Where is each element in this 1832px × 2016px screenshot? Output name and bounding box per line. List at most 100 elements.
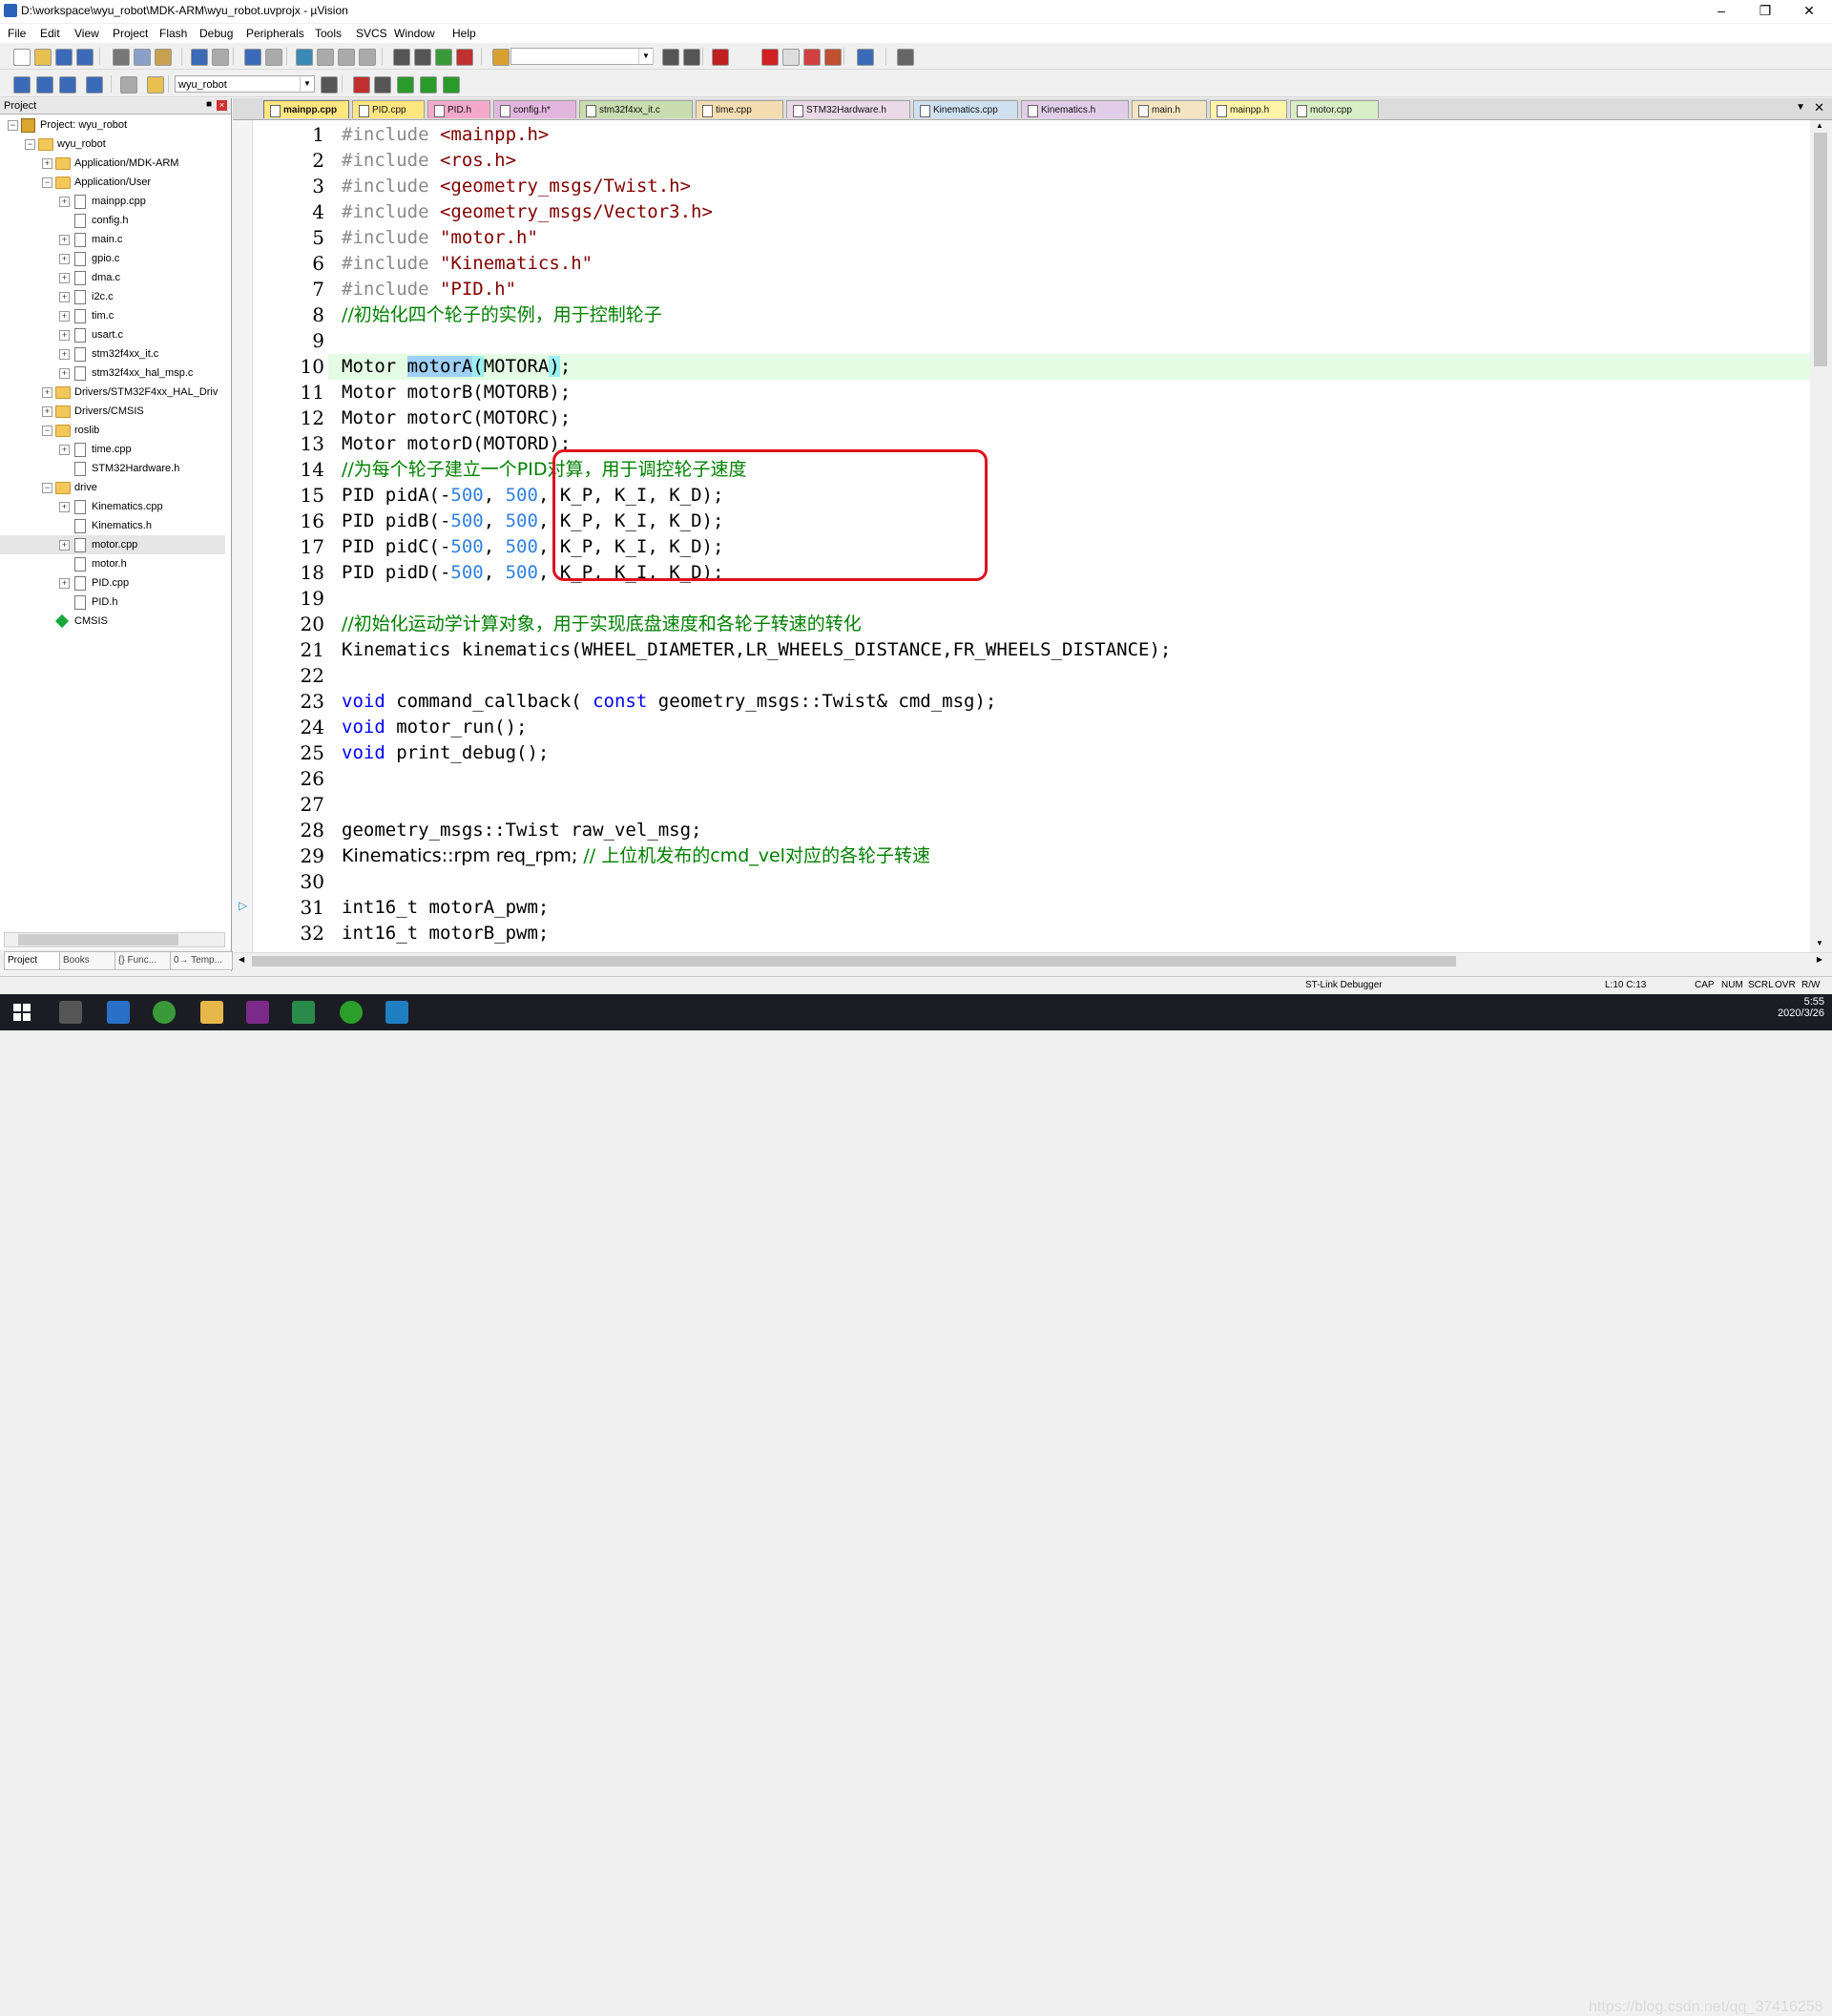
tree-file-item[interactable]: + tim.c bbox=[0, 306, 225, 325]
code-line[interactable]: 8 //初始化四个轮子的实例，用于控制轮子 bbox=[233, 302, 1810, 328]
close-editor-icon[interactable]: ✕ bbox=[1814, 100, 1824, 115]
incremental-find-icon[interactable] bbox=[683, 49, 700, 66]
project-horizontal-scrollbar[interactable] bbox=[4, 932, 225, 947]
tree-file-item[interactable]: PID.h bbox=[0, 592, 225, 612]
code-line[interactable]: 6 #include "Kinematics.h" bbox=[233, 251, 1810, 277]
menu-help[interactable]: Help bbox=[452, 27, 476, 40]
expand-icon[interactable]: + bbox=[59, 349, 70, 360]
code-line[interactable]: 9 bbox=[233, 328, 1810, 354]
file-explorer-icon[interactable] bbox=[200, 1001, 223, 1024]
expand-icon[interactable]: + bbox=[59, 368, 70, 379]
pack-installer-icon[interactable] bbox=[443, 76, 460, 94]
tab-config-h[interactable]: config.h* bbox=[493, 100, 576, 118]
menu-debug[interactable]: Debug bbox=[199, 27, 233, 40]
expand-icon[interactable]: + bbox=[42, 406, 52, 417]
collapse-icon[interactable]: − bbox=[25, 139, 35, 150]
tab-motor-cpp[interactable]: motor.cpp bbox=[1290, 100, 1379, 118]
collapse-icon[interactable]: − bbox=[8, 120, 18, 131]
menu-view[interactable]: View bbox=[74, 27, 99, 40]
expand-icon[interactable]: + bbox=[59, 197, 70, 207]
scrollbar-thumb[interactable] bbox=[18, 934, 178, 946]
expand-icon[interactable]: + bbox=[59, 311, 70, 322]
code-line[interactable]: 24 void motor_run(); bbox=[233, 715, 1810, 740]
code-line[interactable]: 27 bbox=[233, 792, 1810, 818]
code-line[interactable]: 26 bbox=[233, 766, 1810, 792]
code-line[interactable]: 32 int16_t motorB_pwm; bbox=[233, 921, 1810, 946]
tree-file-item[interactable]: motor.h bbox=[0, 554, 225, 573]
comment-icon[interactable] bbox=[435, 49, 452, 66]
code-line[interactable]: 21 Kinematics kinematics(WHEEL_DIAMETER,L… bbox=[233, 637, 1810, 663]
tab-stm32hardware-h[interactable]: STM32Hardware.h bbox=[786, 100, 910, 118]
tree-folder-item[interactable]: − Application/User bbox=[0, 173, 225, 192]
scroll-up-icon[interactable]: ▲ bbox=[1816, 121, 1823, 130]
code-line[interactable]: 5 #include "motor.h" bbox=[233, 225, 1810, 251]
cut-icon[interactable] bbox=[113, 49, 130, 66]
scroll-down-icon[interactable]: ▼ bbox=[1816, 939, 1823, 947]
find-combo[interactable]: ▼ bbox=[510, 48, 654, 65]
scrollbar-thumb[interactable] bbox=[1814, 133, 1827, 366]
tree-file-item[interactable]: + stm32f4xx_it.c bbox=[0, 344, 225, 364]
menu-flash[interactable]: Flash bbox=[159, 27, 187, 40]
code-line[interactable]: 15 PID pidA(-500, 500, K_P, K_I, K_D); bbox=[233, 483, 1810, 509]
code-line[interactable]: 18 PID pidD(-500, 500, K_P, K_I, K_D); bbox=[233, 560, 1810, 586]
bookmark-next-icon[interactable] bbox=[338, 49, 355, 66]
bookmark-clear-icon[interactable] bbox=[359, 49, 376, 66]
windows-start-icon[interactable] bbox=[13, 1004, 31, 1021]
tree-file-item[interactable]: + mainpp.cpp bbox=[0, 192, 225, 211]
tree-folder-item[interactable]: − roslib bbox=[0, 421, 225, 440]
maximize-button[interactable]: ❐ bbox=[1743, 0, 1787, 23]
code-line[interactable]: 22 bbox=[233, 663, 1810, 689]
code-line[interactable]: 17 PID pidC(-500, 500, K_P, K_I, K_D); bbox=[233, 534, 1810, 560]
pin-icon[interactable]: ■ bbox=[206, 99, 212, 110]
batch-build-icon[interactable] bbox=[86, 76, 103, 94]
find-icon[interactable] bbox=[662, 49, 679, 66]
pdf-reader-icon[interactable] bbox=[246, 1001, 269, 1024]
redo-icon[interactable] bbox=[212, 49, 229, 66]
disable-breakpoints-icon[interactable] bbox=[803, 49, 821, 66]
tab-functions[interactable]: {} Func... bbox=[114, 951, 175, 970]
tree-file-item[interactable]: config.h bbox=[0, 211, 225, 230]
wechat-icon[interactable] bbox=[340, 1001, 363, 1024]
unindent-icon[interactable] bbox=[414, 49, 431, 66]
expand-icon[interactable]: + bbox=[59, 235, 70, 245]
find-in-files-icon[interactable] bbox=[492, 49, 510, 66]
download-icon[interactable] bbox=[147, 76, 164, 94]
menu-window[interactable]: Window bbox=[394, 27, 435, 40]
save-icon[interactable] bbox=[55, 49, 73, 66]
calculator-icon[interactable] bbox=[59, 1001, 82, 1024]
code-line[interactable]: 23 void command_callback( const geometry_… bbox=[233, 689, 1810, 715]
system-tray-clock[interactable]: 5:55 2020/3/26 bbox=[1778, 996, 1824, 1019]
options-for-target-icon[interactable] bbox=[321, 76, 338, 94]
uncomment-icon[interactable] bbox=[456, 49, 473, 66]
code-line[interactable]: 25 void print_debug(); bbox=[233, 740, 1810, 766]
tree-folder-item[interactable]: − wyu_robot bbox=[0, 135, 225, 154]
tab-templates[interactable]: 0→ Temp... bbox=[170, 951, 233, 970]
code-line[interactable]: 28 geometry_msgs::Twist raw_vel_msg; bbox=[233, 818, 1810, 843]
menu-peripherals[interactable]: Peripherals bbox=[246, 27, 304, 40]
tree-file-item[interactable]: + Kinematics.cpp bbox=[0, 497, 225, 516]
menu-file[interactable]: File bbox=[8, 27, 26, 40]
menu-svcs[interactable]: SVCS bbox=[356, 27, 387, 40]
tree-file-item[interactable]: + dma.c bbox=[0, 268, 225, 287]
tab-mainpp-cpp[interactable]: mainpp.cpp bbox=[263, 100, 349, 118]
code-line[interactable]: 12 Motor motorC(MOTORC); bbox=[233, 405, 1810, 431]
tab-list-dropdown-icon[interactable]: ▼ bbox=[1796, 102, 1805, 113]
menu-edit[interactable]: Edit bbox=[40, 27, 60, 40]
task-app-icon[interactable] bbox=[107, 1001, 130, 1024]
code-line[interactable]: 4 #include <geometry_msgs/Vector3.h> bbox=[233, 199, 1810, 225]
tree-file-item[interactable]: + motor.cpp bbox=[0, 535, 225, 554]
expand-icon[interactable]: + bbox=[59, 502, 70, 512]
tab-mainpp-h[interactable]: mainpp.h bbox=[1210, 100, 1287, 118]
manage-multi-project-icon[interactable] bbox=[420, 76, 437, 94]
code-line[interactable]: 10 Motor motorA(MOTORA); bbox=[301, 354, 1810, 380]
expand-icon[interactable]: + bbox=[59, 540, 70, 551]
tab-stm32f4xx-it-c[interactable]: stm32f4xx_it.c bbox=[579, 100, 693, 118]
tab-kinematics-cpp[interactable]: Kinematics.cpp bbox=[913, 100, 1018, 118]
tab-pid-h[interactable]: PID.h bbox=[427, 100, 490, 118]
keil-uvision-icon[interactable] bbox=[292, 1001, 315, 1024]
scroll-right-icon[interactable]: ▶ bbox=[1817, 955, 1822, 964]
expand-icon[interactable]: + bbox=[59, 445, 70, 455]
new-file-icon[interactable] bbox=[13, 49, 31, 66]
collapse-icon[interactable]: − bbox=[42, 177, 52, 188]
chevron-down-icon[interactable]: ▼ bbox=[300, 76, 314, 92]
